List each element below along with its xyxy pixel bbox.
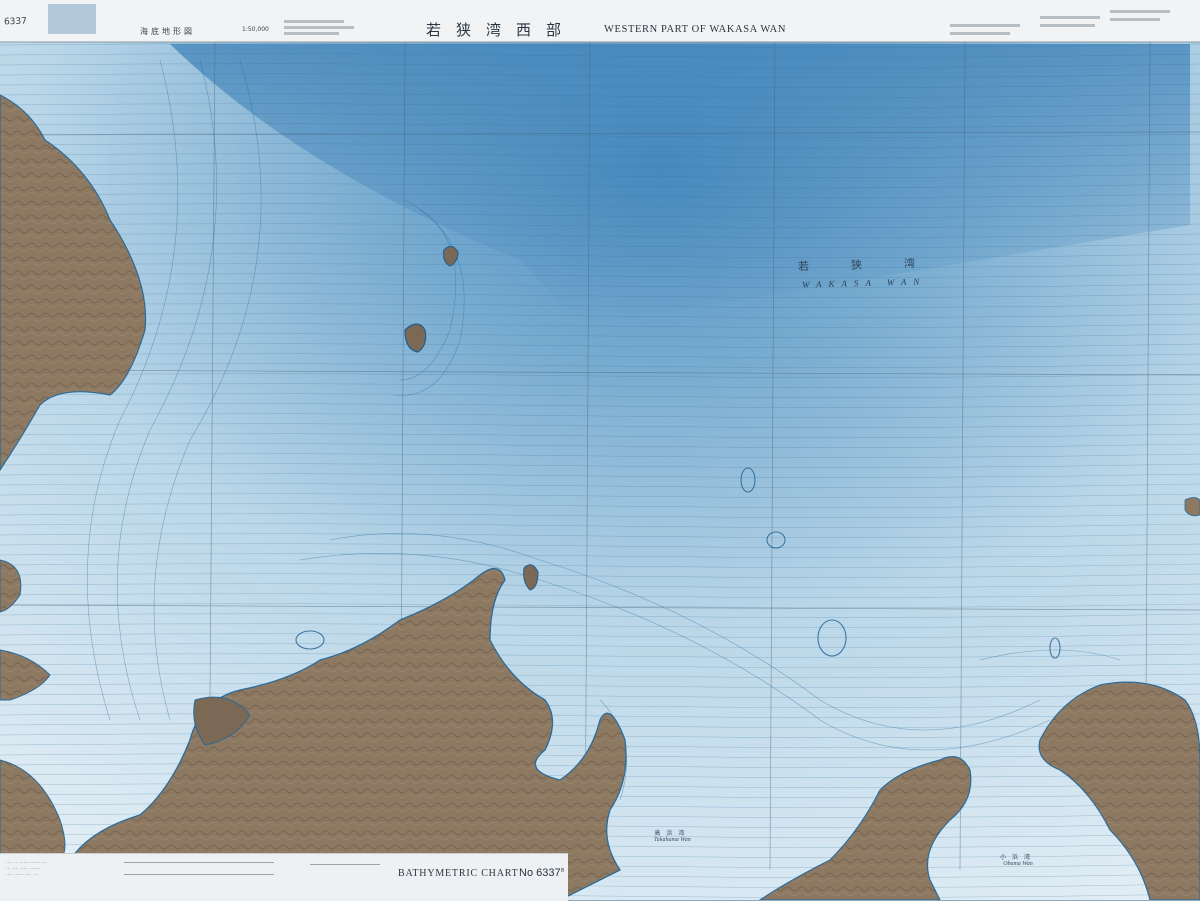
footer-chart-number-main: No 6337	[519, 867, 561, 879]
chart-number-tag	[48, 4, 96, 34]
footer-notes-left: ···· ·· ······ ······ ···· ··· ···· ·····…	[6, 860, 48, 878]
footer-rule-1	[124, 862, 274, 863]
chart-footer-panel: ···· ·· ······ ······ ···· ··· ···· ·····…	[0, 853, 568, 901]
footer-rule-3	[310, 864, 380, 865]
footer-chart-number-suffix: a	[560, 867, 564, 874]
land-far-east-edge	[1184, 497, 1200, 517]
footer-chart-number: No 6337a	[519, 867, 564, 879]
header-margin	[0, 0, 1200, 42]
footer-chart-type: BATHYMETRIC CHART	[398, 868, 519, 879]
footer-rule-2	[124, 874, 274, 875]
bathymetric-map[interactable]	[0, 0, 1200, 900]
